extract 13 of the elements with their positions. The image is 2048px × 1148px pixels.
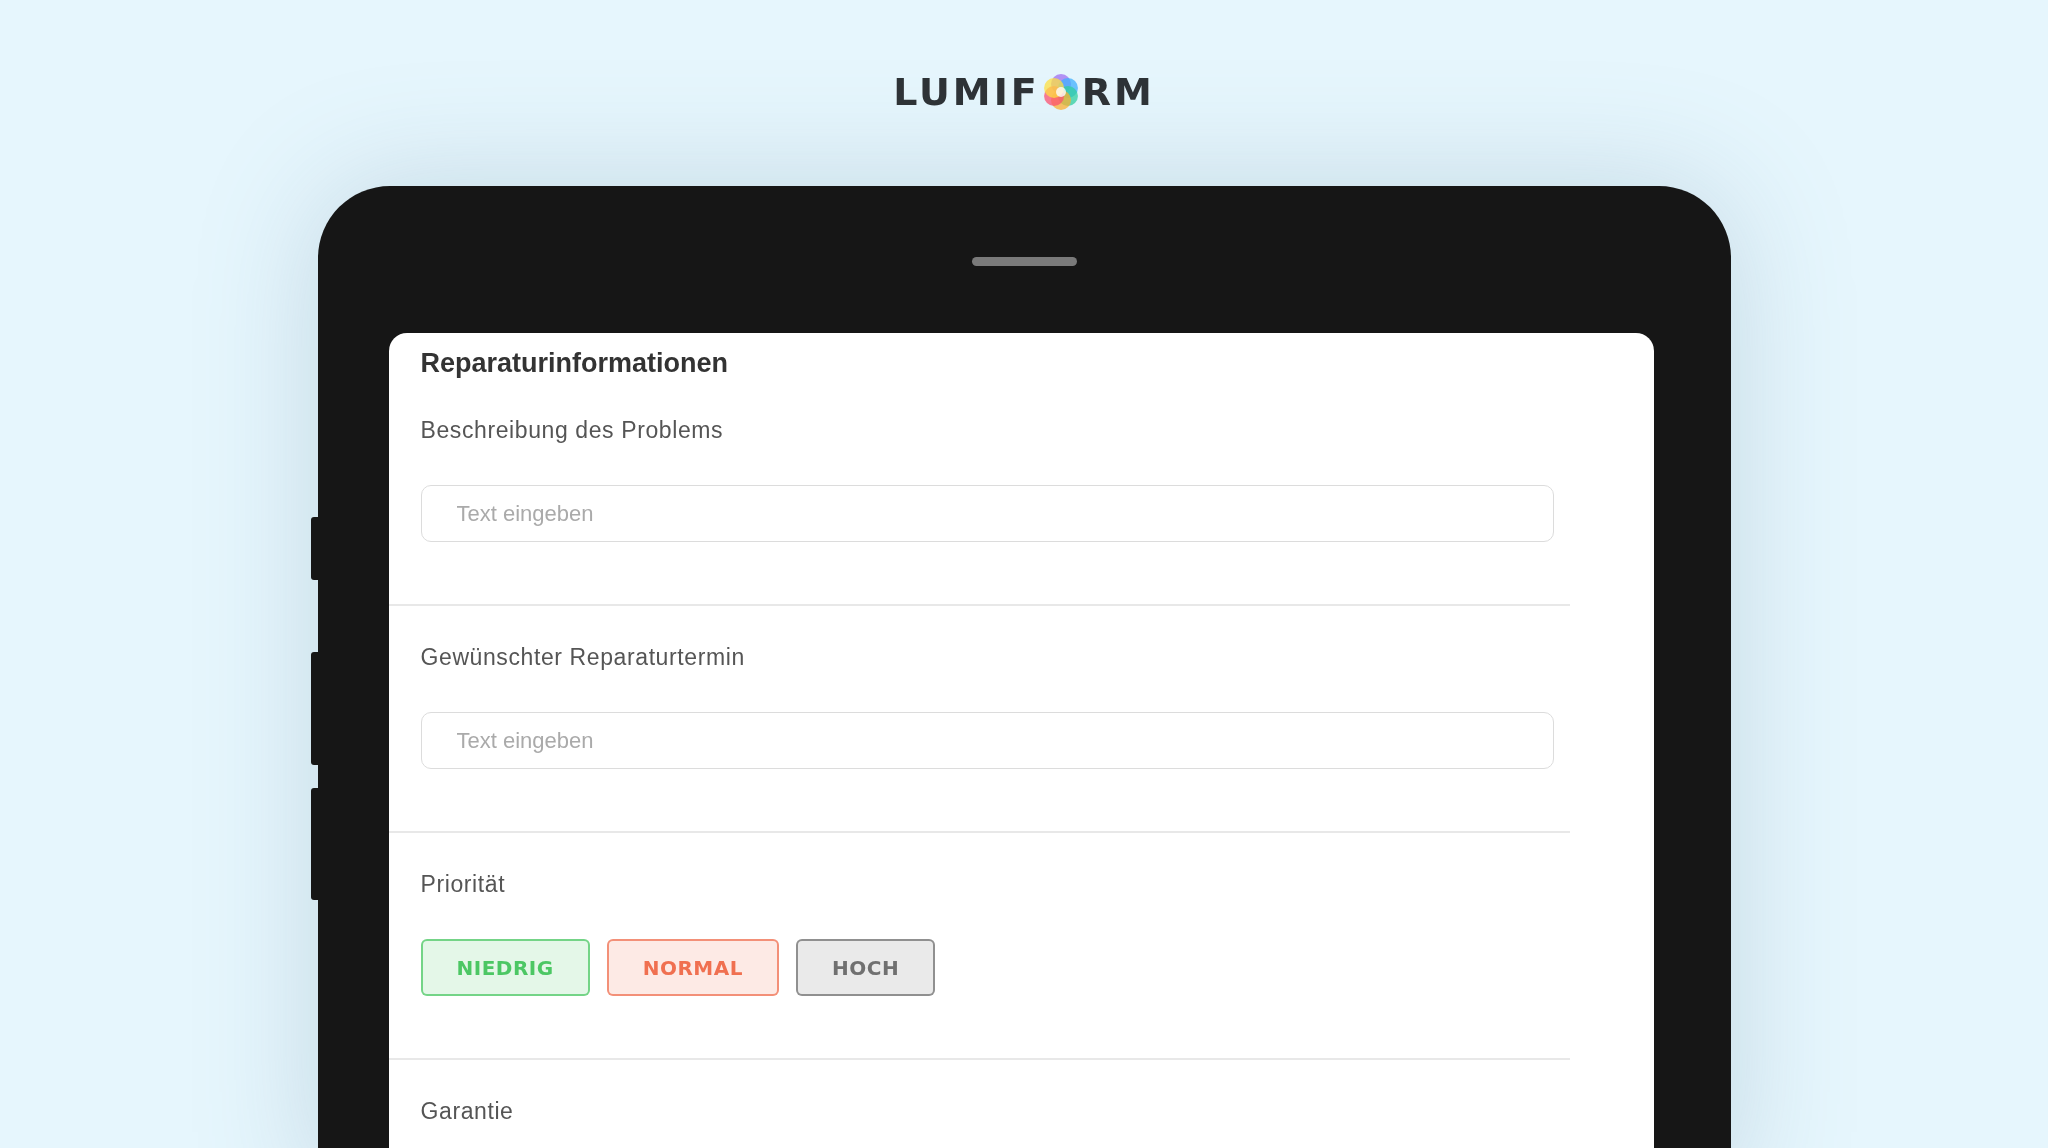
priority-button[interactable]: HOCH xyxy=(795,939,936,996)
field-label: Garantie xyxy=(420,1098,515,1124)
field-label: Gewünschter Reparaturtermin xyxy=(420,644,746,670)
logo-text: LUMIF xyxy=(893,70,1040,114)
flower-logo-icon xyxy=(1041,73,1080,111)
field-label: Priorität xyxy=(420,871,507,897)
field-label: Beschreibung des Problems xyxy=(420,417,725,443)
input-field[interactable]: Text eingeben xyxy=(420,712,1554,769)
priority-button[interactable]: NORMAL xyxy=(606,939,779,996)
input-field[interactable]: Text eingeben xyxy=(420,485,1554,542)
logo-text: RM xyxy=(1081,70,1155,114)
priority-button[interactable]: NIEDRIG xyxy=(420,939,590,996)
form-title: Reparaturinformationen xyxy=(419,347,730,379)
